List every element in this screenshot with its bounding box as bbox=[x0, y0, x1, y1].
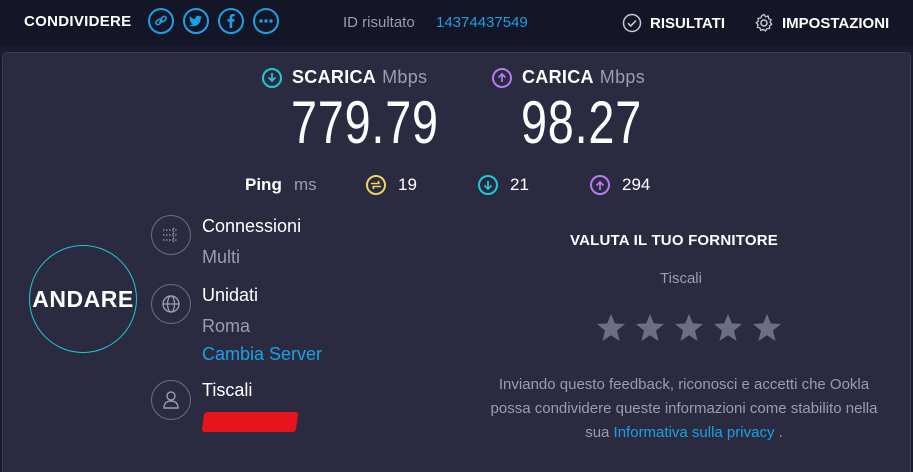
link-icon[interactable] bbox=[148, 8, 174, 34]
star-4-icon[interactable] bbox=[708, 309, 747, 345]
star-2-icon[interactable] bbox=[630, 309, 669, 345]
connections-value: Multi bbox=[202, 247, 241, 267]
results-nav[interactable]: RISULTATI bbox=[622, 13, 725, 33]
gear-icon bbox=[755, 13, 773, 32]
redacted-ip bbox=[201, 412, 299, 432]
download-latency-icon bbox=[478, 175, 498, 195]
download-speed-value: 779.79 bbox=[291, 89, 439, 156]
ping-unit: ms bbox=[294, 175, 317, 194]
upload-speed-value: 98.27 bbox=[521, 89, 643, 156]
ping-label: Ping bbox=[245, 175, 282, 194]
result-id-label: ID risultato bbox=[343, 14, 415, 31]
provider-title: Tiscali bbox=[202, 380, 253, 400]
rate-provider-name: Tiscali bbox=[660, 270, 702, 287]
change-server-link[interactable]: Cambia Server bbox=[202, 344, 322, 365]
upload-arrow-icon bbox=[492, 67, 512, 88]
connections-title: Connessioni bbox=[202, 216, 302, 236]
privacy-policy-link[interactable]: Informativa sulla privacy bbox=[614, 424, 775, 441]
download-arrow-icon bbox=[262, 67, 282, 88]
star-3-icon[interactable] bbox=[669, 309, 708, 345]
result-id-link[interactable]: 14374437549 bbox=[436, 14, 528, 31]
star-5-icon[interactable] bbox=[747, 309, 786, 345]
download-unit: Mbps bbox=[382, 67, 428, 87]
more-icon[interactable] bbox=[253, 8, 279, 34]
ping-idle: 19 bbox=[366, 175, 417, 195]
ping-upload: 294 bbox=[590, 175, 650, 195]
upload-label: CARICA bbox=[522, 67, 594, 87]
user-icon bbox=[151, 380, 191, 420]
upload-header: CARICA Mbps bbox=[492, 67, 645, 88]
star-rating bbox=[591, 309, 786, 345]
top-bar: CONDIVIDERE ID risultato 14374437549 RIS… bbox=[0, 0, 913, 46]
feedback-end: . bbox=[778, 424, 783, 441]
settings-nav[interactable]: IMPOSTAZIONI bbox=[754, 13, 889, 33]
star-1-icon[interactable] bbox=[591, 309, 630, 345]
ping-download-value: 21 bbox=[510, 175, 529, 194]
ping-row: Ping ms 19 21 294 bbox=[0, 175, 913, 197]
facebook-icon[interactable] bbox=[218, 8, 244, 34]
upload-latency-icon bbox=[590, 175, 610, 195]
rate-provider-title: VALUTA IL TUO FORNITORE bbox=[570, 232, 778, 249]
upload-unit: Mbps bbox=[599, 67, 646, 87]
check-circle-icon bbox=[622, 13, 642, 33]
connections-icon bbox=[151, 215, 191, 255]
idle-latency-icon bbox=[366, 175, 386, 195]
globe-icon bbox=[151, 284, 191, 324]
feedback-disclaimer: Inviando questo feedback, riconosci e ac… bbox=[478, 373, 890, 445]
download-label: SCARICA bbox=[292, 67, 377, 87]
server-title: Unidati bbox=[202, 285, 259, 305]
go-button[interactable]: ANDARE bbox=[29, 245, 137, 353]
download-header: SCARICA Mbps bbox=[262, 67, 427, 88]
share-label: CONDIVIDERE bbox=[24, 13, 132, 30]
ping-download: 21 bbox=[478, 175, 529, 195]
ping-upload-value: 294 bbox=[622, 175, 651, 194]
server-location: Roma bbox=[202, 316, 251, 336]
twitter-icon[interactable] bbox=[183, 8, 209, 34]
ping-idle-value: 19 bbox=[398, 175, 417, 194]
settings-label: IMPOSTAZIONI bbox=[782, 14, 890, 32]
results-label: RISULTATI bbox=[650, 14, 725, 32]
